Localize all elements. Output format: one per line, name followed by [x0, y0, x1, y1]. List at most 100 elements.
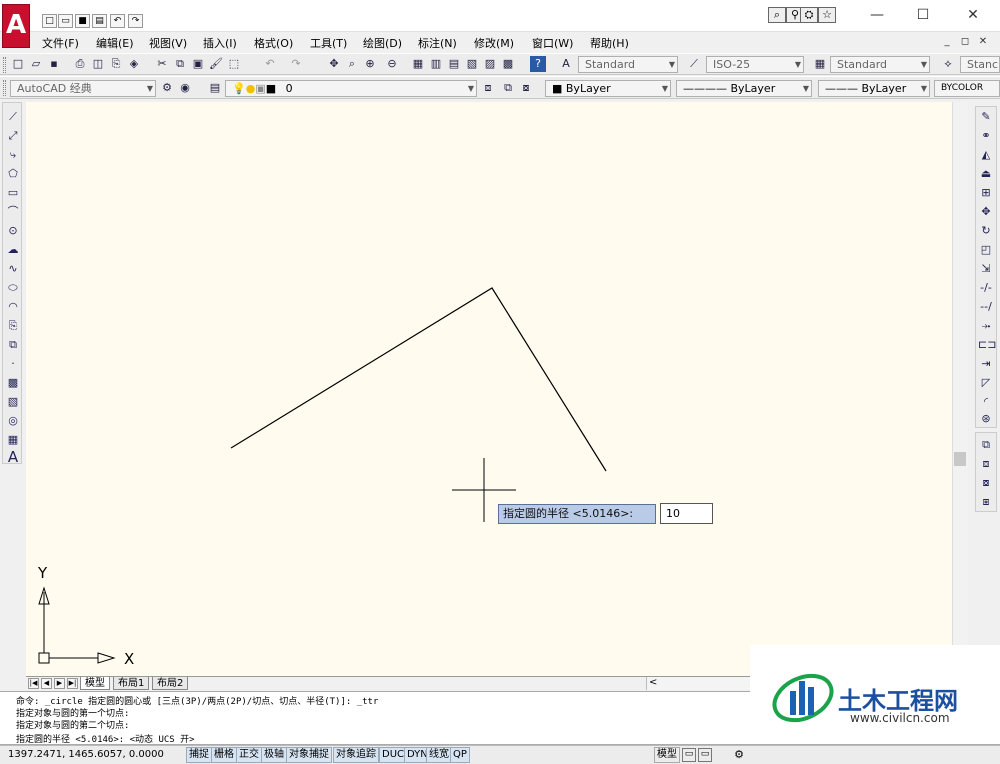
scroll-left-arrow[interactable]: < — [649, 677, 657, 688]
workspace-settings-icon[interactable]: ⚙ — [159, 80, 175, 96]
menu-format[interactable]: 格式(O) — [254, 35, 293, 51]
bring-above-icon[interactable]: ⧇ — [978, 475, 994, 491]
save-icon[interactable]: ■ — [75, 14, 90, 28]
print-icon[interactable]: ▤ — [92, 14, 107, 28]
search-icon[interactable]: ⌕ — [768, 7, 786, 23]
break-icon[interactable]: ⊏⊐ — [978, 337, 996, 353]
quick-view-drawings-icon[interactable]: ▭ — [698, 748, 712, 762]
bring-to-front-icon[interactable]: ⧉ — [978, 437, 994, 453]
app-logo-icon[interactable]: A — [2, 4, 30, 48]
move-icon[interactable]: ✥ — [978, 204, 994, 220]
menu-file[interactable]: 文件(F) — [42, 35, 79, 51]
tab-layout1[interactable]: 布局1 — [113, 677, 150, 690]
menu-help[interactable]: 帮助(H) — [590, 35, 629, 51]
table-style-select[interactable]: Standard ▼ — [830, 56, 930, 73]
tab-model[interactable]: 模型 — [80, 677, 110, 690]
quickcalc-icon[interactable]: ▩ — [500, 56, 516, 72]
lineweight-select[interactable]: ——— ByLayer ▼ — [818, 80, 930, 97]
layer-states-icon[interactable]: ⧇ — [518, 80, 534, 96]
redo-toolbar-icon[interactable]: ↷ — [288, 56, 304, 72]
workspace-save-icon[interactable]: ◉ — [177, 80, 193, 96]
sheet-set-icon[interactable]: ▧ — [464, 56, 480, 72]
drawing-canvas[interactable]: X Y — [26, 102, 952, 676]
table-style-icon[interactable]: ▦ — [812, 56, 828, 72]
linetype-select[interactable]: ———— ByLayer ▼ — [676, 80, 812, 97]
multiline-text-icon[interactable]: A — [5, 449, 21, 465]
erase-icon[interactable]: ✎ — [978, 109, 994, 125]
dim-style-icon[interactable]: ⟋ — [686, 56, 702, 72]
matchprop-icon[interactable]: 🖌 — [208, 56, 224, 72]
menu-draw[interactable]: 绘图(D) — [363, 35, 402, 51]
block-editor-icon[interactable]: ⬚ — [226, 56, 242, 72]
point-icon[interactable]: · — [5, 356, 21, 372]
maximize-button[interactable]: ☐ — [900, 4, 946, 28]
break-at-point-icon[interactable]: ⤞ — [978, 318, 994, 334]
rotate-icon[interactable]: ↻ — [978, 223, 994, 239]
zoom-window-icon[interactable]: ⊕ — [362, 56, 378, 72]
command-prompt-line[interactable]: 指定圆的半径 <5.0146>: <动态 UCS 开> — [16, 732, 195, 745]
table-icon[interactable]: ▦ — [5, 432, 21, 448]
menu-dimension[interactable]: 标注(N) — [418, 35, 457, 51]
tab-next-button[interactable]: ▶ — [54, 678, 65, 689]
qp-toggle[interactable]: QP — [450, 747, 470, 763]
vertical-scroll-thumb[interactable] — [954, 452, 966, 466]
snap-toggle[interactable]: 捕捉 — [186, 747, 212, 763]
tool-palettes-icon[interactable]: ▤ — [446, 56, 462, 72]
grid-toggle[interactable]: 栅格 — [211, 747, 237, 763]
hatch-icon[interactable]: ▩ — [5, 375, 21, 391]
properties-icon[interactable]: ▦ — [410, 56, 426, 72]
osnap-toggle[interactable]: 对象捕捉 — [286, 747, 332, 763]
construction-line-icon[interactable]: ⤢ — [5, 128, 21, 144]
insert-block-icon[interactable]: ⎘ — [5, 318, 21, 334]
stretch-icon[interactable]: ⇲ — [978, 261, 994, 277]
polar-toggle[interactable]: 极轴 — [261, 747, 287, 763]
doc-restore-button[interactable]: ◻ — [958, 36, 972, 48]
menu-window[interactable]: 窗口(W) — [532, 35, 573, 51]
multileader-style-icon[interactable]: ⟡ — [940, 56, 956, 72]
polyline-geometry[interactable] — [230, 287, 607, 472]
minimize-button[interactable]: — — [854, 4, 900, 28]
3d-dwf-icon[interactable]: ◈ — [126, 56, 142, 72]
circle-icon[interactable]: ⊙ — [5, 223, 21, 239]
help-icon[interactable]: ? — [530, 56, 546, 72]
join-icon[interactable]: ⇥ — [978, 356, 994, 372]
close-button[interactable]: ✕ — [950, 4, 996, 28]
menu-modify[interactable]: 修改(M) — [474, 35, 514, 51]
chamfer-icon[interactable]: ◸ — [978, 375, 994, 391]
copy-object-icon[interactable]: ⚭ — [978, 128, 994, 144]
design-center-icon[interactable]: ▥ — [428, 56, 444, 72]
tab-layout2[interactable]: 布局2 — [152, 677, 189, 690]
quick-view-layouts-icon[interactable]: ▭ — [682, 748, 696, 762]
spline-icon[interactable]: ∿ — [5, 261, 21, 277]
text-style-select[interactable]: Standard ▼ — [578, 56, 678, 73]
scale-icon[interactable]: ◰ — [978, 242, 994, 258]
annotation-scale-icon[interactable]: ⚙ — [732, 748, 746, 762]
text-style-icon[interactable]: A — [558, 56, 574, 72]
new-file-icon[interactable]: □ — [42, 14, 57, 28]
polygon-icon[interactable]: ⬠ — [5, 166, 21, 182]
make-block-icon[interactable]: ⧉ — [5, 337, 21, 353]
menu-view[interactable]: 视图(V) — [149, 35, 187, 51]
rectangle-icon[interactable]: ▭ — [5, 185, 21, 201]
offset-icon[interactable]: ⏏ — [978, 166, 994, 182]
save-toolbar-icon[interactable]: ▪ — [46, 56, 62, 72]
layer-select[interactable]: 💡●▣■ 0 ▼ — [225, 80, 477, 97]
gradient-icon[interactable]: ▧ — [5, 394, 21, 410]
qnew-icon[interactable]: □ — [10, 56, 26, 72]
menu-edit[interactable]: 编辑(E) — [96, 35, 134, 51]
undo-icon[interactable]: ↶ — [110, 14, 125, 28]
zoom-previous-icon[interactable]: ⊖ — [384, 56, 400, 72]
ellipse-icon[interactable]: ⬭ — [5, 280, 21, 296]
mirror-icon[interactable]: ◭ — [978, 147, 994, 163]
cut-icon[interactable]: ✂ — [154, 56, 170, 72]
array-icon[interactable]: ⊞ — [978, 185, 994, 201]
model-space-button[interactable]: 模型 — [654, 747, 680, 763]
dim-style-select[interactable]: ISO-25 ▼ — [706, 56, 804, 73]
open-file-icon[interactable]: ▭ — [58, 14, 73, 28]
extend-icon[interactable]: --/ — [978, 299, 994, 315]
color-select[interactable]: ■ ByLayer ▼ — [545, 80, 671, 97]
plot-icon[interactable]: ⎙ — [72, 56, 88, 72]
menu-insert[interactable]: 插入(I) — [203, 35, 237, 51]
coordinate-readout[interactable]: 1397.2471, 1465.6057, 0.0000 — [8, 749, 164, 760]
line-icon[interactable]: ⟋ — [5, 109, 21, 125]
